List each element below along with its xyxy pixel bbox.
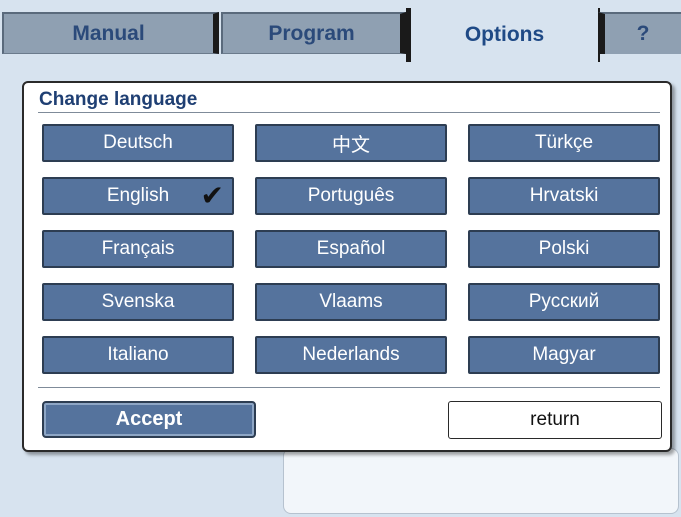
language-button-russian[interactable]: Русский	[468, 283, 660, 321]
return-button[interactable]: return	[448, 401, 662, 439]
language-button-magyar[interactable]: Magyar	[468, 336, 660, 374]
language-label: Español	[316, 238, 386, 259]
language-label: Magyar	[532, 344, 596, 365]
tab-options[interactable]: Options	[406, 8, 600, 62]
language-button-turkce[interactable]: Türkçe	[468, 124, 660, 162]
change-language-dialog: Change language Deutsch 中文 Türkçe Englis…	[22, 81, 672, 452]
language-label: 中文	[331, 134, 370, 156]
language-button-francais[interactable]: Français	[42, 230, 234, 268]
background-panel	[283, 448, 679, 514]
language-label: English	[106, 185, 170, 206]
tab-program-label: Program	[268, 21, 355, 45]
return-button-label: return	[530, 409, 580, 430]
language-button-polski[interactable]: Polski	[468, 230, 660, 268]
language-button-chinese[interactable]: 中文	[255, 124, 447, 162]
language-label: Polski	[538, 238, 590, 259]
tab-bar: Manual Program Options ?	[0, 0, 681, 62]
dialog-title: Change language	[39, 89, 198, 110]
tab-program[interactable]: Program	[221, 12, 406, 54]
language-button-english[interactable]: English ✔	[42, 177, 234, 215]
language-label: Italiano	[107, 344, 169, 365]
language-button-portugues[interactable]: Português	[255, 177, 447, 215]
language-button-espanol[interactable]: Español	[255, 230, 447, 268]
accept-button-label: Accept	[115, 408, 183, 430]
tab-options-label: Options	[464, 23, 545, 46]
language-label: Vlaams	[319, 291, 383, 312]
tab-help-label: ?	[636, 22, 650, 45]
language-label: Français	[101, 238, 175, 259]
language-label: Русский	[528, 291, 600, 312]
language-button-italiano[interactable]: Italiano	[42, 336, 234, 374]
language-button-hrvatski[interactable]: Hrvatski	[468, 177, 660, 215]
title-divider	[38, 112, 660, 113]
footer-divider	[38, 387, 660, 388]
language-button-svenska[interactable]: Svenska	[42, 283, 234, 321]
accept-button[interactable]: Accept	[42, 401, 256, 438]
language-button-nederlands[interactable]: Nederlands	[255, 336, 447, 374]
checkmark-icon: ✔	[200, 180, 224, 211]
language-label: Svenska	[101, 291, 175, 312]
tab-help[interactable]: ?	[598, 12, 681, 54]
language-button-deutsch[interactable]: Deutsch	[42, 124, 234, 162]
language-button-vlaams[interactable]: Vlaams	[255, 283, 447, 321]
tab-manual-label: Manual	[72, 21, 145, 45]
language-label: Türkçe	[534, 132, 594, 153]
language-label: Português	[307, 185, 395, 206]
language-label: Nederlands	[302, 344, 400, 365]
tab-manual[interactable]: Manual	[2, 12, 219, 54]
language-label: Deutsch	[103, 132, 173, 153]
language-label: Hrvatski	[529, 185, 599, 206]
